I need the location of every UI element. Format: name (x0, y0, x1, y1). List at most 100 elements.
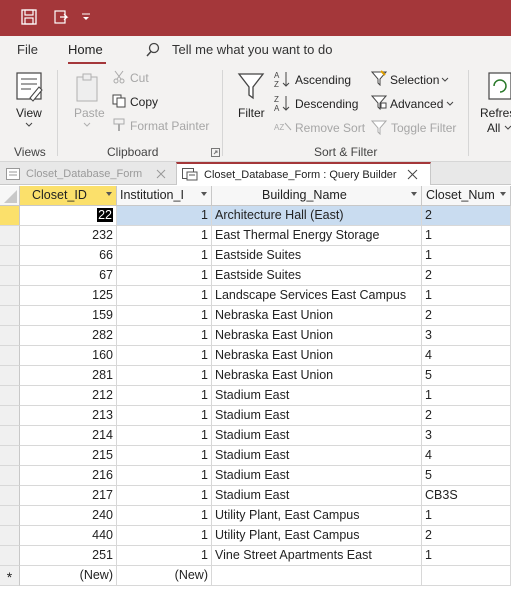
cell-closet-num[interactable]: 5 (422, 366, 511, 386)
cell-institution-id[interactable]: 1 (117, 226, 212, 246)
cell-closet-id[interactable]: 281 (20, 366, 117, 386)
cell-closet-id[interactable]: 217 (20, 486, 117, 506)
cell-closet-num[interactable]: 3 (422, 426, 511, 446)
menu-file[interactable]: File (17, 42, 38, 57)
cell-institution-id[interactable]: 1 (117, 546, 212, 566)
descending-button[interactable]: Descending (295, 97, 358, 111)
row-selector[interactable] (0, 326, 20, 346)
row-selector[interactable] (0, 306, 20, 326)
cell-closet-id[interactable]: 214 (20, 426, 117, 446)
cell-building-name[interactable]: Stadium East (212, 466, 422, 486)
sort-dropdown-icon[interactable] (500, 192, 506, 196)
cell-closet-id[interactable]: 66 (20, 246, 117, 266)
cell-closet-id[interactable]: 232 (20, 226, 117, 246)
cell-building-name[interactable]: Stadium East (212, 406, 422, 426)
cell-closet-num[interactable]: 2 (422, 306, 511, 326)
column-header-institution-id[interactable]: Institution_I (117, 186, 212, 206)
cell-building-name[interactable]: Eastside Suites (212, 246, 422, 266)
close-icon[interactable] (407, 169, 418, 180)
cell-closet-id[interactable]: 215 (20, 446, 117, 466)
cell-institution-id[interactable]: 1 (117, 466, 212, 486)
row-selector[interactable] (0, 366, 20, 386)
select-all-corner[interactable] (0, 186, 20, 206)
cell-closet-id[interactable]: 159 (20, 306, 117, 326)
filter-icon[interactable] (236, 70, 266, 102)
column-header-building-name[interactable]: Building_Name (212, 186, 422, 206)
row-selector[interactable] (0, 246, 20, 266)
cell-building-name[interactable]: Nebraska East Union (212, 306, 422, 326)
filter-button[interactable]: Filter (238, 106, 265, 120)
column-header-closet-num[interactable]: Closet_Num (422, 186, 511, 206)
selection-button[interactable]: Selection (390, 73, 439, 87)
cell-closet-num[interactable]: 1 (422, 286, 511, 306)
clipboard-launcher-icon[interactable] (211, 148, 220, 157)
ascending-button[interactable]: Ascending (295, 73, 351, 87)
cell-building-name[interactable]: Nebraska East Union (212, 326, 422, 346)
cell-building-name[interactable]: Stadium East (212, 386, 422, 406)
cell-institution-id[interactable]: 1 (117, 286, 212, 306)
cell-building-name[interactable]: Vine Street Apartments East (212, 546, 422, 566)
cell-closet-id[interactable]: 251 (20, 546, 117, 566)
row-selector[interactable] (0, 266, 20, 286)
paste-button[interactable]: Paste (74, 106, 105, 120)
row-selector[interactable] (0, 386, 20, 406)
new-cell-institution-id[interactable]: (New) (117, 566, 212, 586)
toggle-filter-button[interactable]: Toggle Filter (391, 121, 456, 135)
copy-button[interactable]: Copy (130, 95, 158, 109)
remove-sort-button[interactable]: Remove Sort (295, 121, 365, 135)
cell-building-name[interactable]: Utility Plant, East Campus (212, 506, 422, 526)
cell-building-name[interactable]: Architecture Hall (East) (212, 206, 422, 226)
refresh-button[interactable]: Refresh (480, 106, 511, 120)
cell-institution-id[interactable]: 1 (117, 386, 212, 406)
cell-institution-id[interactable]: 1 (117, 366, 212, 386)
cell-closet-id[interactable]: 22 (20, 206, 117, 226)
cut-button[interactable]: Cut (130, 71, 149, 85)
advanced-button[interactable]: Advanced (390, 97, 443, 111)
row-selector[interactable] (0, 346, 20, 366)
new-cell-building-name[interactable] (212, 566, 422, 586)
cell-closet-num[interactable]: 1 (422, 226, 511, 246)
cell-closet-num[interactable]: 1 (422, 546, 511, 566)
row-selector[interactable] (0, 426, 20, 446)
cell-closet-id[interactable]: 282 (20, 326, 117, 346)
new-cell-closet-id[interactable]: (New) (20, 566, 117, 586)
row-selector[interactable] (0, 486, 20, 506)
cell-building-name[interactable]: Eastside Suites (212, 266, 422, 286)
cell-institution-id[interactable]: 1 (117, 206, 212, 226)
cell-building-name[interactable]: Landscape Services East Campus (212, 286, 422, 306)
cell-closet-num[interactable]: 2 (422, 206, 511, 226)
cell-closet-id[interactable]: 240 (20, 506, 117, 526)
close-icon[interactable] (156, 169, 166, 179)
cell-institution-id[interactable]: 1 (117, 486, 212, 506)
cell-building-name[interactable]: Nebraska East Union (212, 366, 422, 386)
cell-closet-num[interactable]: 2 (422, 406, 511, 426)
cell-institution-id[interactable]: 1 (117, 426, 212, 446)
cell-institution-id[interactable]: 1 (117, 346, 212, 366)
tell-me-input[interactable]: Tell me what you want to do (172, 42, 332, 57)
cell-closet-num[interactable]: 4 (422, 346, 511, 366)
cell-building-name[interactable]: Stadium East (212, 446, 422, 466)
cell-closet-num[interactable]: 1 (422, 386, 511, 406)
cell-closet-id[interactable]: 216 (20, 466, 117, 486)
cell-closet-id[interactable]: 440 (20, 526, 117, 546)
cell-closet-id[interactable]: 212 (20, 386, 117, 406)
row-selector[interactable] (0, 446, 20, 466)
cell-institution-id[interactable]: 1 (117, 446, 212, 466)
cell-institution-id[interactable]: 1 (117, 526, 212, 546)
new-cell-closet-num[interactable] (422, 566, 511, 586)
cell-institution-id[interactable]: 1 (117, 406, 212, 426)
row-selector[interactable] (0, 226, 20, 246)
view-button[interactable]: View (16, 106, 42, 120)
cell-closet-id[interactable]: 125 (20, 286, 117, 306)
cell-building-name[interactable]: Stadium East (212, 426, 422, 446)
row-selector[interactable] (0, 546, 20, 566)
cell-closet-id[interactable]: 160 (20, 346, 117, 366)
new-record-marker[interactable]: * (0, 566, 20, 586)
row-selector[interactable] (0, 526, 20, 546)
cell-institution-id[interactable]: 1 (117, 506, 212, 526)
cell-closet-id[interactable]: 67 (20, 266, 117, 286)
column-header-closet-id[interactable]: Closet_ID (20, 186, 117, 206)
refresh-all-icon[interactable] (486, 70, 511, 102)
cell-closet-num[interactable]: 1 (422, 506, 511, 526)
cell-closet-num[interactable]: 3 (422, 326, 511, 346)
